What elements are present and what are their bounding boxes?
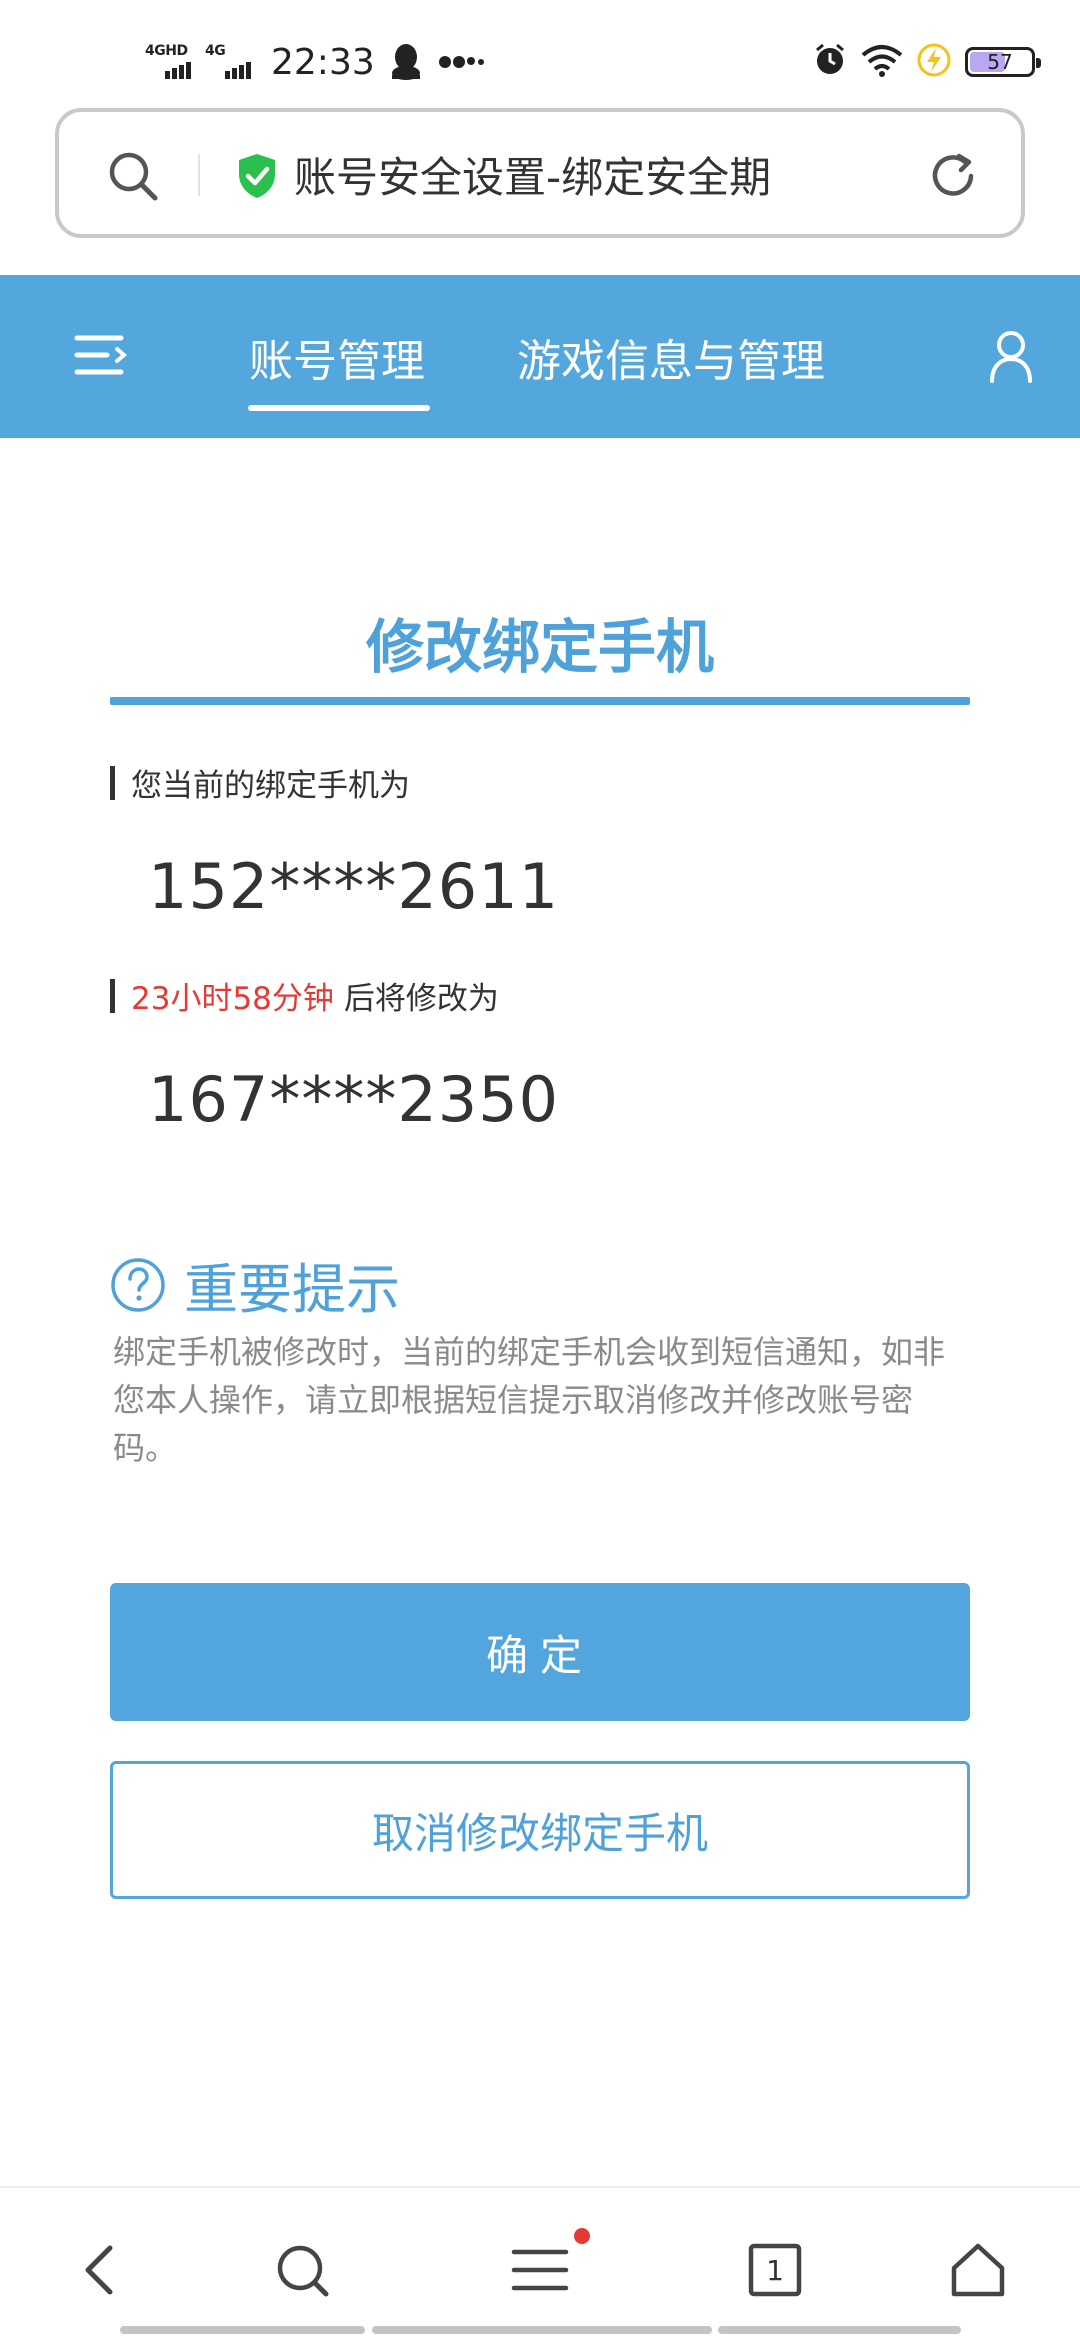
address-divider bbox=[198, 154, 200, 196]
new-phone-label-row: 23小时58分钟 后将修改为 bbox=[110, 973, 499, 1018]
gesture-bar-segment bbox=[120, 2326, 365, 2334]
active-tab-indicator bbox=[248, 405, 430, 411]
tip-title: 重要提示 bbox=[184, 1258, 400, 1321]
tip-text: 绑定手机被修改时，当前的绑定手机会收到短信通知，如非您本人操作，请立即根据短信提… bbox=[113, 1333, 946, 1467]
question-circle-icon bbox=[110, 1257, 166, 1313]
alarm-icon bbox=[813, 43, 847, 81]
label-marker bbox=[110, 765, 115, 800]
security-shield-icon bbox=[235, 152, 279, 200]
title-divider bbox=[110, 697, 970, 705]
wifi-icon bbox=[861, 43, 903, 81]
gesture-bar-segment bbox=[372, 2326, 712, 2334]
refresh-icon[interactable] bbox=[925, 148, 981, 204]
more-dots-icon bbox=[437, 52, 487, 72]
cellular-signal-2-icon: 4G bbox=[205, 43, 251, 79]
signal-type-label: 4GHD bbox=[145, 43, 188, 59]
important-tip-header: 重要提示 bbox=[110, 1245, 400, 1324]
battery-icon: 57 bbox=[965, 47, 1041, 77]
user-icon[interactable] bbox=[982, 327, 1040, 385]
menu-icon[interactable] bbox=[510, 2240, 570, 2300]
page-title[interactable]: 账号安全设置-绑定安全期 bbox=[294, 144, 771, 205]
gesture-bar-segment bbox=[718, 2326, 961, 2334]
status-time: 22:33 bbox=[271, 41, 375, 83]
label-marker bbox=[110, 978, 115, 1013]
signal-type-label-2: 4G bbox=[205, 43, 226, 59]
status-bar: 4GHD 4G 22:33 57 bbox=[0, 0, 1080, 110]
battery-level: 57 bbox=[987, 50, 1013, 74]
current-phone-label-row: 您当前的绑定手机为 bbox=[110, 760, 410, 805]
current-phone-number: 152****2611 bbox=[148, 850, 560, 923]
search-icon[interactable] bbox=[105, 148, 161, 204]
back-icon[interactable] bbox=[72, 2240, 132, 2300]
current-phone-label: 您当前的绑定手机为 bbox=[131, 768, 410, 804]
cellular-signal-icon: 4GHD bbox=[145, 43, 191, 79]
home-icon[interactable] bbox=[948, 2240, 1008, 2300]
top-nav: 账号管理 游戏信息与管理 bbox=[0, 275, 1080, 438]
tab-game-info-management[interactable]: 游戏信息与管理 bbox=[517, 325, 825, 389]
browser-bottom-toolbar: 1 bbox=[0, 2186, 1080, 2340]
cancel-change-button[interactable]: 取消修改绑定手机 bbox=[110, 1761, 970, 1899]
menu-icon[interactable] bbox=[73, 330, 129, 380]
search-icon[interactable] bbox=[272, 2240, 332, 2300]
section-title: 修改绑定手机 bbox=[365, 613, 714, 681]
new-phone-number: 167****2350 bbox=[148, 1063, 560, 1136]
address-bar[interactable]: 账号安全设置-绑定安全期 bbox=[55, 108, 1025, 238]
tab-count: 1 bbox=[766, 2253, 784, 2287]
tab-account-management[interactable]: 账号管理 bbox=[249, 325, 425, 389]
notification-dot bbox=[574, 2228, 590, 2244]
confirm-button[interactable]: 确定 bbox=[110, 1583, 970, 1721]
countdown-text: 23小时58分钟 bbox=[131, 981, 334, 1017]
qq-penguin-icon bbox=[389, 43, 423, 81]
charging-icon bbox=[917, 43, 951, 81]
tabs-icon[interactable]: 1 bbox=[745, 2240, 805, 2300]
change-label: 后将修改为 bbox=[343, 981, 499, 1017]
